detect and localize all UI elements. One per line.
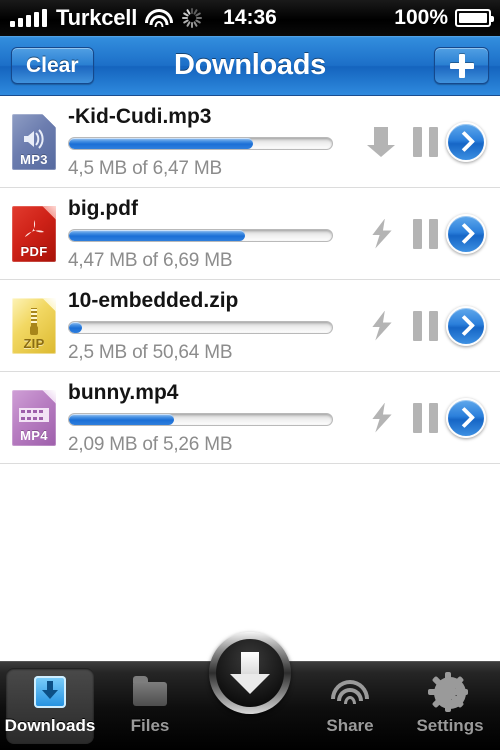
pause-icon[interactable]	[413, 218, 438, 249]
lightning-bolt-icon[interactable]	[367, 217, 397, 251]
folder-icon	[131, 676, 169, 710]
download-info: bunny.mp4 2,09 MB of 5,26 MB	[68, 380, 367, 456]
tab-settings-label: Settings	[416, 716, 484, 735]
file-name-label: big.pdf	[68, 196, 138, 220]
download-arrow-icon[interactable]	[367, 125, 397, 159]
tab-downloads[interactable]: Downloads	[0, 662, 100, 750]
speaker-icon	[12, 126, 56, 152]
tab-files[interactable]: Files	[100, 662, 200, 750]
progress-bar	[68, 228, 333, 242]
progress-bar-fill	[69, 137, 254, 149]
zipper-icon	[12, 307, 56, 336]
battery-icon	[455, 9, 494, 27]
file-size-label: 2,5 MB of 50,64 MB	[68, 341, 233, 363]
navigation-bar: Clear Downloads	[0, 36, 500, 96]
file-extension-label: MP4	[20, 427, 48, 443]
row-actions	[367, 401, 438, 435]
chevron-right-icon[interactable]	[446, 121, 486, 162]
tab-share-label: Share	[326, 716, 374, 735]
pdf-file-icon: PDF	[12, 205, 56, 262]
status-bar: Turkcell 14:36 100%	[0, 0, 500, 36]
lightning-bolt-icon[interactable]	[367, 401, 397, 435]
file-name-label: 10-embedded.zip	[68, 288, 239, 312]
wifi-share-icon	[331, 676, 369, 710]
download-row[interactable]: MP3 -Kid-Cudi.mp3 4,5 MB of 6,47 MB	[0, 96, 500, 188]
row-actions	[367, 125, 438, 159]
progress-bar-fill	[69, 413, 175, 425]
file-size-label: 4,47 MB of 6,69 MB	[68, 249, 233, 271]
pause-icon[interactable]	[413, 310, 438, 341]
chevron-right-icon[interactable]	[446, 305, 486, 346]
mp3-file-icon: MP3	[12, 113, 56, 170]
row-actions	[367, 309, 438, 343]
download-row[interactable]: ZIP 10-embedded.zip 2,5 MB of 50,64 MB	[0, 280, 500, 372]
file-size-label: 2,09 MB of 5,26 MB	[68, 433, 233, 455]
file-size-label: 4,5 MB of 6,47 MB	[68, 157, 222, 179]
phone-screen: Turkcell 14:36 100% Clear Downloads MP3 -…	[0, 0, 500, 750]
plus-icon	[449, 53, 474, 78]
tab-settings[interactable]: Settings	[400, 662, 500, 750]
big-download-arrow-icon	[216, 639, 284, 707]
file-extension-label: PDF	[20, 243, 48, 259]
pause-icon[interactable]	[413, 126, 438, 157]
chevron-right-icon[interactable]	[446, 213, 486, 254]
progress-bar-fill	[69, 321, 83, 333]
tab-files-label: Files	[130, 716, 170, 735]
download-row[interactable]: PDF big.pdf 4,47 MB of 6,69 MB	[0, 188, 500, 280]
download-info: -Kid-Cudi.mp3 4,5 MB of 6,47 MB	[68, 104, 367, 180]
progress-bar-fill	[69, 229, 246, 241]
page-title: Downloads	[174, 49, 326, 81]
file-extension-label: ZIP	[23, 335, 45, 351]
inbox-download-icon	[31, 676, 69, 710]
pause-icon[interactable]	[413, 402, 438, 433]
download-info: 10-embedded.zip 2,5 MB of 50,64 MB	[68, 288, 367, 364]
downloads-list[interactable]: MP3 -Kid-Cudi.mp3 4,5 MB of 6,47 MB PDF big.…	[0, 96, 500, 662]
chevron-right-icon[interactable]	[446, 397, 486, 438]
tab-downloads-label: Downloads	[4, 716, 96, 735]
clear-button[interactable]: Clear	[11, 47, 94, 84]
progress-bar	[68, 412, 333, 426]
file-name-label: -Kid-Cudi.mp3	[68, 104, 212, 128]
clock-label: 14:36	[223, 6, 277, 29]
download-row[interactable]: MP4 bunny.mp4 2,09 MB of 5,26 MB	[0, 372, 500, 464]
progress-bar	[68, 136, 333, 150]
row-actions	[367, 217, 438, 251]
film-strip-icon	[12, 402, 56, 428]
file-extension-label: MP3	[20, 151, 48, 167]
progress-bar	[68, 320, 333, 334]
tab-share[interactable]: Share	[300, 662, 400, 750]
acrobat-a-icon	[12, 218, 56, 244]
gear-icon	[428, 672, 469, 712]
mp4-file-icon: MP4	[12, 389, 56, 446]
start-download-button[interactable]	[209, 632, 291, 714]
file-name-label: bunny.mp4	[68, 380, 179, 404]
zip-file-icon: ZIP	[12, 297, 56, 354]
add-download-button[interactable]	[434, 47, 489, 84]
download-info: big.pdf 4,47 MB of 6,69 MB	[68, 196, 367, 272]
lightning-bolt-icon[interactable]	[367, 309, 397, 343]
